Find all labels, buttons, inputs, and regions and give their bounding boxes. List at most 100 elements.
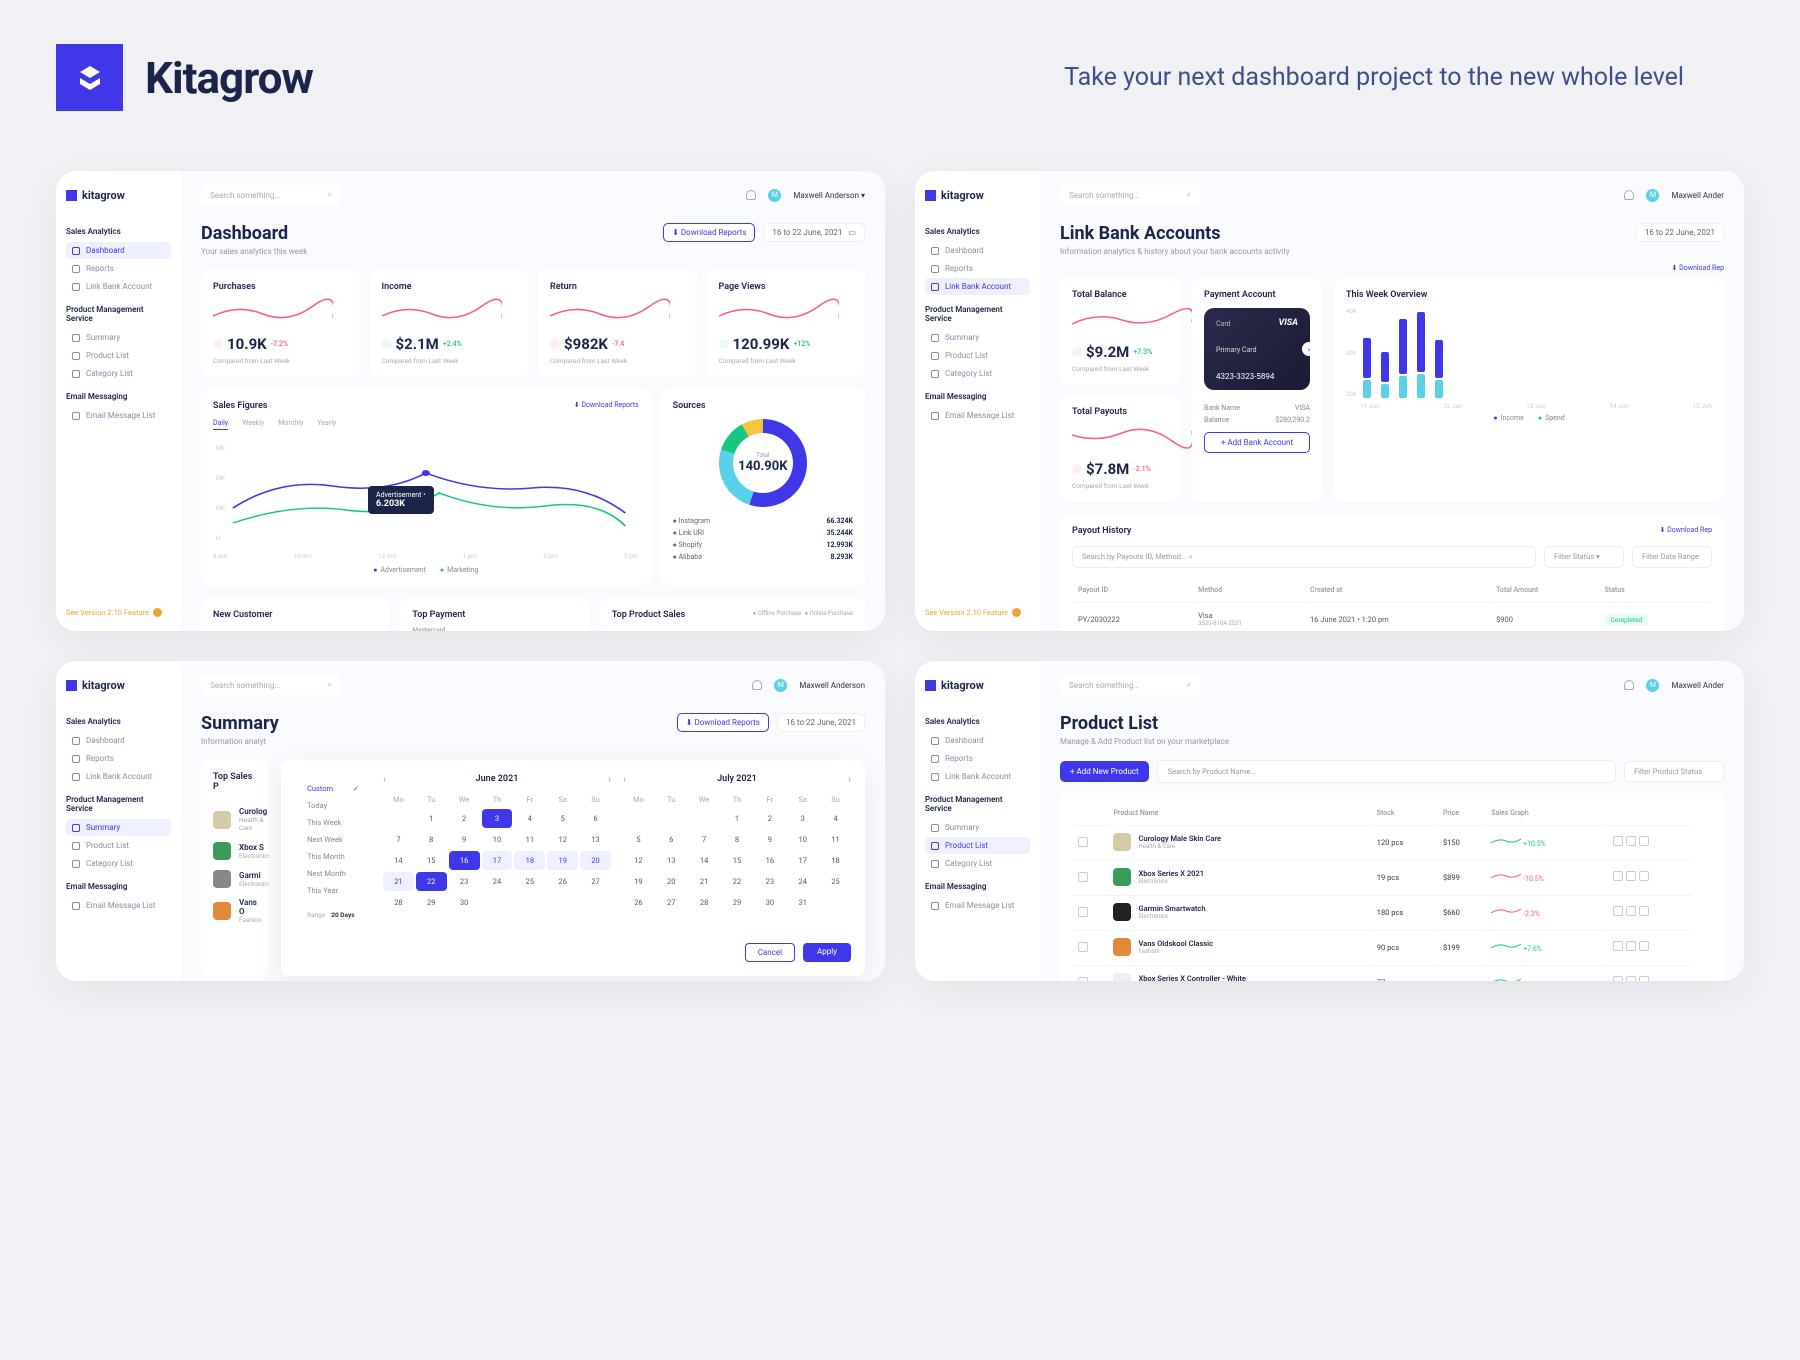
calendar-day[interactable]: 25 — [820, 872, 851, 891]
download-reports-button[interactable]: ⬇ Download Reports — [663, 223, 755, 242]
sidebar-item-link-bank[interactable]: Link Bank Account — [925, 768, 1030, 785]
calendar-day[interactable]: 15 — [722, 851, 753, 870]
table-row[interactable]: Garmin SmartwatchElectronics 180 pcs$660… — [1074, 895, 1710, 928]
chevron-right-icon[interactable]: › — [1302, 342, 1316, 356]
calendar-day[interactable]: 10 — [482, 830, 513, 849]
version-banner[interactable]: See Version 2.10 Feature — [925, 608, 1021, 617]
calendar-day[interactable]: 12 — [623, 851, 654, 870]
checkbox[interactable] — [1078, 977, 1088, 981]
sidebar-item-dashboard[interactable]: Dashboard — [925, 242, 1030, 259]
sidebar-item-summary[interactable]: Summary — [66, 819, 171, 836]
chevron-left-icon[interactable]: ‹ — [623, 774, 626, 785]
add-bank-button[interactable]: + Add Bank Account — [1204, 432, 1310, 453]
preset-option[interactable]: This Year — [301, 882, 365, 899]
calendar-day[interactable]: 7 — [383, 830, 414, 849]
calendar-day[interactable]: 11 — [820, 830, 851, 849]
calendar-day[interactable]: 20 — [580, 851, 611, 870]
calendar-day[interactable]: 3 — [787, 809, 818, 828]
calendar-day[interactable]: 27 — [580, 872, 611, 891]
view-icon[interactable] — [1613, 836, 1623, 846]
sidebar-item-dashboard[interactable]: Dashboard — [66, 732, 171, 749]
sidebar-item-link-bank[interactable]: Link Bank Account — [66, 278, 171, 295]
sidebar-item-email[interactable]: Email Message List — [925, 407, 1030, 424]
calendar-day[interactable]: 17 — [787, 851, 818, 870]
avatar[interactable]: M — [774, 679, 787, 692]
chevron-left-icon[interactable]: ‹ — [383, 774, 386, 785]
calendar-day[interactable]: 2 — [449, 809, 480, 828]
checkbox[interactable] — [1078, 907, 1088, 917]
calendar-day[interactable]: 12 — [547, 830, 578, 849]
view-icon[interactable] — [1613, 976, 1623, 981]
sales-line-chart[interactable]: 0K0K0K0 Advertisement •6.203K — [213, 438, 639, 548]
user-name[interactable]: Maxwell Anderson ▾ — [793, 191, 865, 200]
checkbox[interactable] — [1078, 942, 1088, 952]
calendar-day[interactable]: 30 — [754, 893, 785, 912]
preset-option[interactable]: Next Month — [301, 865, 365, 882]
delete-icon[interactable] — [1639, 906, 1649, 916]
table-row[interactable]: Curology Male Skin CareHealth & Care 120… — [1074, 825, 1710, 858]
sidebar-item-reports[interactable]: Reports — [925, 260, 1030, 277]
sidebar-item-product-list[interactable]: Product List — [66, 837, 171, 854]
user-name[interactable]: Maxwell Ander — [1671, 681, 1724, 690]
calendar-day[interactable]: 29 — [722, 893, 753, 912]
filter-status[interactable]: Filter Status ▾ — [1544, 546, 1624, 568]
cancel-button[interactable]: Cancel — [745, 943, 795, 962]
calendar-day[interactable]: 9 — [754, 830, 785, 849]
tab[interactable]: Monthly — [278, 419, 303, 430]
calendar-day[interactable]: 17 — [482, 851, 513, 870]
calendar-day[interactable]: 4 — [514, 809, 545, 828]
sidebar-item-category-list[interactable]: Category List — [925, 365, 1030, 382]
calendar-day[interactable]: 21 — [383, 872, 414, 891]
calendar-july[interactable]: ‹July 2021› MoTuWeThFrSaSu12345678910111… — [623, 774, 851, 929]
calendar-day[interactable]: 14 — [383, 851, 414, 870]
calendar-day[interactable]: 27 — [656, 893, 687, 912]
delete-icon[interactable] — [1639, 836, 1649, 846]
calendar-day[interactable]: 6 — [656, 830, 687, 849]
calendar-day[interactable]: 22 — [722, 872, 753, 891]
calendar-day[interactable]: 15 — [416, 851, 447, 870]
sidebar-item-category-list[interactable]: Category List — [66, 855, 171, 872]
tab[interactable]: Daily — [213, 419, 228, 430]
calendar-day[interactable]: 5 — [547, 809, 578, 828]
table-row[interactable]: PY/2030222Visa3520-8104-253116 June 2021… — [1074, 602, 1710, 631]
calendar-day[interactable]: 7 — [689, 830, 720, 849]
app-logo[interactable]: kitagrow — [66, 679, 171, 692]
avatar[interactable]: M — [768, 189, 781, 202]
calendar-day[interactable]: 22 — [416, 872, 447, 891]
calendar-day[interactable]: 26 — [547, 872, 578, 891]
sidebar-item-category-list[interactable]: Category List — [66, 365, 171, 382]
sidebar-item-summary[interactable]: Summary — [925, 329, 1030, 346]
calendar-day[interactable]: 13 — [580, 830, 611, 849]
filter-date[interactable]: Filter Date Range — [1632, 546, 1712, 568]
table-row[interactable]: Xbox Series X 2021Electronics 19 pcs$899… — [1074, 860, 1710, 893]
edit-icon[interactable] — [1626, 906, 1636, 916]
sidebar-item-email[interactable]: Email Message List — [66, 407, 171, 424]
apply-button[interactable]: Apply — [803, 943, 851, 962]
search-input[interactable]: Search something...⌕ — [1060, 185, 1200, 205]
credit-card[interactable]: Card VISA Primary Card 4323-3323-5894 › — [1204, 308, 1310, 390]
calendar-day[interactable]: 1 — [722, 809, 753, 828]
app-logo[interactable]: kitagrow — [66, 189, 171, 202]
sidebar-item-dashboard[interactable]: Dashboard — [925, 732, 1030, 749]
sidebar-item-reports[interactable]: Reports — [66, 260, 171, 277]
calendar-day[interactable]: 3 — [482, 809, 513, 828]
sidebar-item-product-list[interactable]: Product List — [66, 347, 171, 364]
bell-icon[interactable] — [1624, 190, 1634, 200]
calendar-day[interactable]: 28 — [383, 893, 414, 912]
bell-icon[interactable] — [1624, 680, 1634, 690]
bell-icon[interactable] — [746, 190, 756, 200]
calendar-day[interactable]: 18 — [514, 851, 545, 870]
user-name[interactable]: Maxwell Anderson — [799, 681, 865, 690]
search-input[interactable]: Search something...⌕ — [201, 675, 341, 695]
list-item[interactable]: Vans OFashion — [213, 893, 257, 929]
calendar-day[interactable]: 11 — [514, 830, 545, 849]
calendar-day[interactable]: 24 — [787, 872, 818, 891]
calendar-day[interactable]: 4 — [820, 809, 851, 828]
delete-icon[interactable] — [1639, 976, 1649, 981]
table-row[interactable]: Vans Oldskool ClassicFashion 90 pcs$199 … — [1074, 930, 1710, 963]
calendar-day[interactable]: 31 — [787, 893, 818, 912]
preset-option[interactable]: This Month — [301, 848, 365, 865]
sidebar-item-link-bank[interactable]: Link Bank Account — [925, 278, 1030, 295]
user-name[interactable]: Maxwell Ander — [1671, 191, 1724, 200]
view-icon[interactable] — [1613, 941, 1623, 951]
